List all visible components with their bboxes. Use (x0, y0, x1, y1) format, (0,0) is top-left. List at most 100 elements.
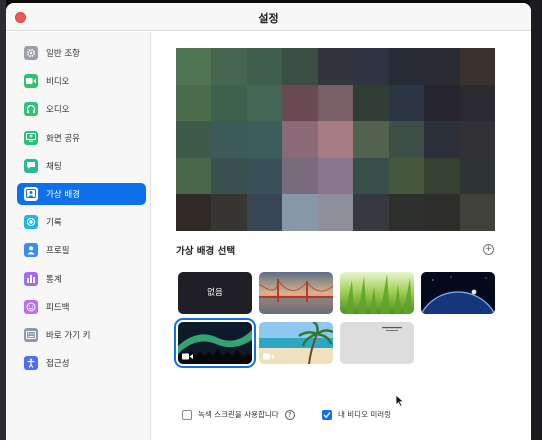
background-earth-from-space[interactable] (421, 272, 495, 314)
preview-mosaic-cell (176, 194, 212, 231)
sidebar-item-bar-chart[interactable]: 통계 (17, 268, 146, 290)
mirror-video-option: 내 비디오 미러링 (322, 409, 391, 420)
preview-mosaic-cell (353, 48, 389, 85)
preview-mosaic-cell (211, 48, 247, 85)
preview-mosaic-cell (176, 48, 212, 85)
background-beach[interactable] (259, 322, 333, 364)
title-bar: 설정 (6, 3, 531, 31)
preview-mosaic-cell (353, 194, 389, 231)
preview-mosaic-cell (246, 157, 283, 195)
video-camera-icon (263, 353, 274, 360)
preview-mosaic-cell (424, 121, 460, 158)
background-none[interactable]: 없음 (178, 272, 252, 314)
preview-mosaic-cell (424, 194, 460, 231)
preview-mosaic-cell (282, 48, 318, 85)
preview-mosaic-cell (353, 157, 389, 195)
preview-mosaic-cell (317, 194, 354, 231)
preview-mosaic-cell (353, 84, 389, 122)
camera-preview (176, 48, 495, 231)
keyboard-icon (24, 327, 38, 342)
preview-mosaic-cell (211, 84, 247, 122)
preview-mosaic-cell (424, 84, 460, 122)
preview-mosaic-cell (388, 48, 425, 85)
sidebar-item-label: 바로 가기 키 (46, 330, 91, 341)
sidebar-item-person-portrait[interactable]: 가상 배경 (17, 182, 146, 205)
profile-icon (24, 243, 38, 258)
green-screen-checkbox[interactable] (182, 409, 192, 420)
preview-mosaic-cell (282, 84, 318, 122)
background-grass[interactable] (340, 272, 414, 314)
desktop-background-right (530, 0, 542, 440)
preview-mosaic-cell (388, 84, 425, 122)
screen-share-icon (24, 130, 38, 145)
sidebar-item-profile[interactable]: 프로필 (17, 239, 146, 261)
preview-mosaic-cell (246, 194, 283, 231)
background-aurora[interactable] (174, 318, 256, 368)
preview-mosaic-cell (246, 121, 283, 158)
sidebar-item-label: 가상 배경 (46, 189, 80, 200)
background-blank-light[interactable] (340, 322, 414, 364)
accessibility-icon (24, 356, 38, 371)
preview-mosaic-cell (388, 157, 425, 195)
preview-mosaic-cell (246, 48, 283, 85)
preview-mosaic-cell (282, 157, 318, 195)
bar-chart-icon (24, 271, 38, 286)
sidebar-item-label: 채팅 (46, 161, 62, 172)
background-none-label: 없음 (207, 288, 223, 298)
mirror-video-checkbox[interactable] (322, 409, 332, 420)
sidebar-item-label: 비디오 (46, 77, 70, 88)
help-icon[interactable]: ? (284, 409, 295, 420)
mirror-video-label: 내 비디오 미러링 (338, 410, 392, 419)
sidebar-item-label: 접근성 (46, 359, 70, 370)
preview-mosaic-cell (388, 194, 425, 231)
sidebar-item-label: 화면 공유 (46, 133, 80, 144)
preview-mosaic-cell (317, 157, 354, 195)
mouse-cursor-icon (395, 394, 404, 407)
virtual-background-panel: 가상 배경 선택 + 없음 녹색 스크린을 사용합니다 ? 내 비디오 미러링 (152, 32, 531, 440)
sidebar-item-label: 피드백 (46, 302, 70, 313)
sidebar-item-smiley[interactable]: 피드백 (17, 296, 146, 318)
sidebar-item-video-camera[interactable]: 비디오 (17, 70, 146, 92)
sidebar-item-chat-bubble[interactable]: 채팅 (17, 155, 146, 177)
sidebar-item-label: 일반 조항 (46, 49, 80, 59)
preview-mosaic-cell (353, 121, 389, 158)
sidebar-item-label: 기록 (46, 218, 62, 229)
chat-bubble-icon (24, 158, 38, 173)
preview-mosaic-cell (282, 121, 318, 158)
record-icon (24, 215, 38, 230)
preview-mosaic-cell (388, 121, 425, 158)
sidebar-item-headphones[interactable]: 오디오 (17, 98, 146, 120)
sidebar-item-screen-share[interactable]: 화면 공유 (17, 127, 146, 149)
sidebar-item-label: 오디오 (46, 105, 70, 116)
preview-mosaic-cell (176, 121, 212, 158)
settings-sidebar: 일반 조항비디오오디오화면 공유채팅가상 배경기록프로필통계피드백바로 가기 키… (6, 32, 151, 440)
green-screen-option: 녹색 스크린을 사용합니다 ? (182, 409, 295, 420)
headphones-icon (24, 102, 38, 117)
sidebar-item-keyboard[interactable]: 바로 가기 키 (17, 324, 146, 346)
preview-mosaic-cell (459, 48, 495, 85)
preview-mosaic-cell (424, 48, 460, 85)
background-golden-gate-bridge[interactable] (259, 272, 333, 314)
window-title: 설정 (258, 12, 279, 25)
preview-mosaic-cell (317, 121, 354, 158)
preview-mosaic-cell (211, 157, 247, 195)
smiley-icon (24, 299, 38, 314)
sidebar-item-label: 통계 (46, 274, 62, 285)
video-camera-icon (24, 74, 38, 89)
preview-mosaic-cell (176, 157, 212, 195)
sidebar-item-gear[interactable]: 일반 조항 (17, 42, 146, 64)
section-title: 가상 배경 선택 (176, 246, 236, 257)
preview-mosaic-cell (176, 84, 212, 122)
preview-mosaic-cell (211, 194, 247, 231)
preview-mosaic-cell (459, 157, 495, 195)
preview-mosaic-cell (459, 194, 495, 231)
add-background-button[interactable]: + (483, 244, 494, 255)
gear-icon (24, 46, 38, 60)
preview-mosaic-cell (459, 84, 495, 122)
sidebar-item-record[interactable]: 기록 (17, 211, 146, 233)
preview-mosaic-cell (282, 194, 318, 231)
preview-mosaic-cell (246, 84, 283, 122)
preview-mosaic-cell (459, 121, 495, 158)
sidebar-item-accessibility[interactable]: 접근성 (17, 352, 146, 374)
video-camera-icon (182, 353, 193, 360)
